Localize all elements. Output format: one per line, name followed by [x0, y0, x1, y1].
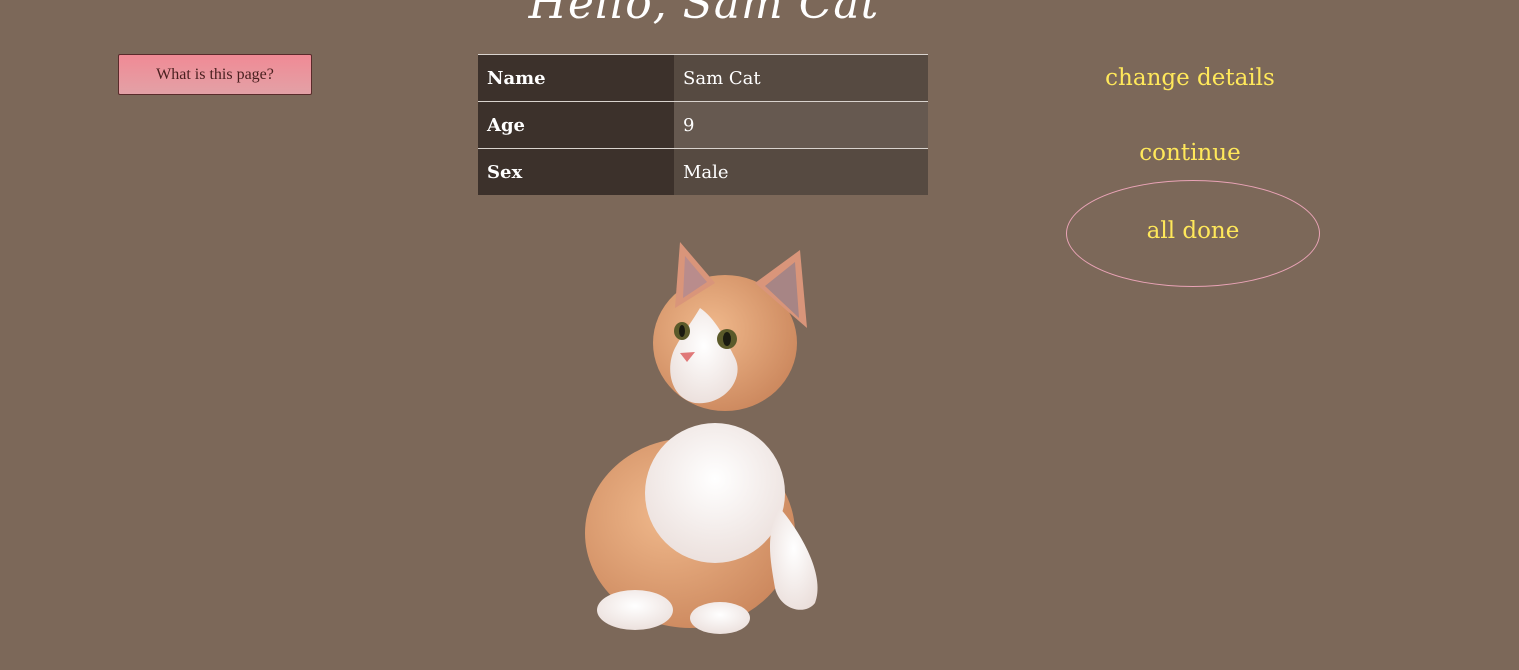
page-title: Hello, Sam Cat: [528, 0, 880, 29]
sex-value: Male: [674, 148, 928, 195]
table-row: Name Sam Cat: [478, 54, 928, 102]
table-row: Sex Male: [478, 148, 928, 195]
kitten-right-pupil: [723, 332, 731, 346]
kitten-chest: [645, 423, 785, 563]
kitten-left-pupil: [679, 325, 685, 337]
name-label: Name: [478, 54, 674, 102]
sex-label: Sex: [478, 148, 674, 195]
page: Hello, Sam Cat What is this page? Name S…: [0, 0, 1519, 670]
table-row: Age 9: [478, 101, 928, 149]
kitten-image: [585, 242, 818, 634]
continue-link[interactable]: continue: [1066, 140, 1314, 166]
kitten-back-paw: [690, 602, 750, 634]
what-is-this-page-button[interactable]: What is this page?: [118, 54, 312, 95]
change-details-link[interactable]: change details: [1066, 65, 1314, 91]
kitten-front-paw: [597, 590, 673, 630]
name-value: Sam Cat: [674, 54, 928, 102]
age-value: 9: [674, 101, 928, 149]
all-done-link[interactable]: all done: [1066, 180, 1320, 287]
age-label: Age: [478, 101, 674, 149]
all-done-label: all done: [1146, 217, 1240, 244]
profile-table: Name Sam Cat Age 9 Sex Male: [478, 54, 928, 195]
